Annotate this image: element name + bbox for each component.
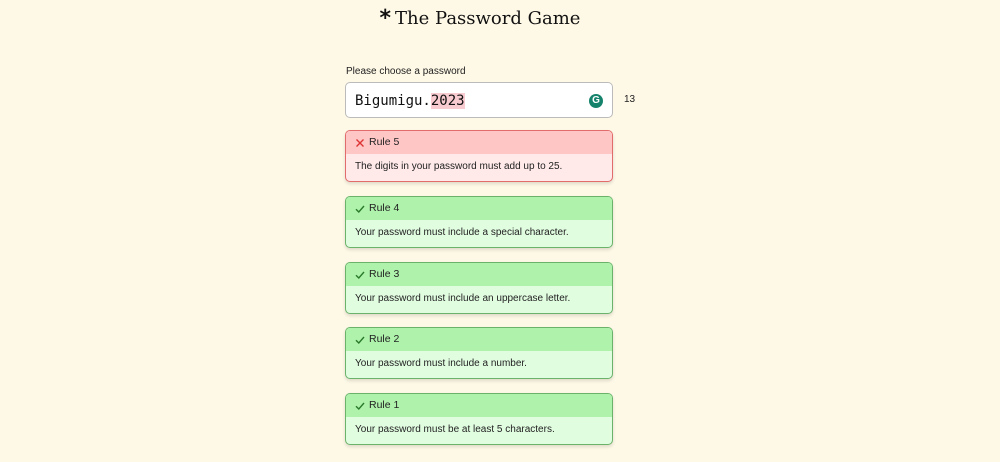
rule-3-card: Rule 3 Your password must include an upp… bbox=[345, 262, 613, 314]
password-value-plain: Bigumigu. bbox=[355, 93, 431, 109]
rule-1-text: Your password must be at least 5 charact… bbox=[355, 424, 555, 435]
rule-1-header: Rule 1 bbox=[346, 394, 612, 417]
rule-2-title: Rule 2 bbox=[369, 333, 400, 345]
rule-4-text: Your password must include a special cha… bbox=[355, 227, 569, 238]
rule-1-card: Rule 1 Your password must be at least 5 … bbox=[345, 393, 613, 445]
check-icon bbox=[355, 271, 365, 279]
rule-5-text: The digits in your password must add up … bbox=[355, 161, 563, 172]
check-icon bbox=[355, 336, 365, 344]
rule-4-title: Rule 4 bbox=[369, 202, 400, 214]
grammarly-icon[interactable]: G bbox=[589, 94, 603, 108]
rule-3-text: Your password must include an uppercase … bbox=[355, 293, 571, 304]
rule-2-header: Rule 2 bbox=[346, 328, 612, 351]
close-x-icon bbox=[356, 138, 364, 147]
page-title-text: The Password Game bbox=[395, 8, 581, 29]
rule-4-card: Rule 4 Your password must include a spec… bbox=[345, 196, 613, 248]
rule-1-title: Rule 1 bbox=[369, 399, 400, 411]
password-prompt-label: Please choose a password bbox=[346, 66, 466, 77]
rule-3-header: Rule 3 bbox=[346, 263, 612, 286]
password-row: Bigumigu.2023 G 13 bbox=[345, 82, 645, 118]
check-icon bbox=[355, 402, 365, 410]
star-icon: * bbox=[379, 6, 392, 31]
check-icon bbox=[355, 205, 365, 213]
rule-4-header: Rule 4 bbox=[346, 197, 612, 220]
character-count: 13 bbox=[624, 94, 636, 105]
rule-5-card: Rule 5 The digits in your password must … bbox=[345, 130, 613, 182]
password-digits-highlight: 2023 bbox=[430, 93, 465, 109]
rule-5-title: Rule 5 bbox=[369, 136, 400, 148]
rule-2-card: Rule 2 Your password must include a numb… bbox=[345, 327, 613, 379]
password-input[interactable]: Bigumigu.2023 G bbox=[345, 82, 613, 118]
rule-2-text: Your password must include a number. bbox=[355, 358, 527, 369]
rule-5-header: Rule 5 bbox=[346, 131, 612, 154]
password-game-panel: Please choose a password Bigumigu.2023 G… bbox=[345, 66, 645, 445]
page-title: * The Password Game bbox=[0, 4, 960, 33]
password-value[interactable]: Bigumigu.2023 bbox=[355, 92, 465, 110]
rule-3-title: Rule 3 bbox=[369, 268, 400, 280]
